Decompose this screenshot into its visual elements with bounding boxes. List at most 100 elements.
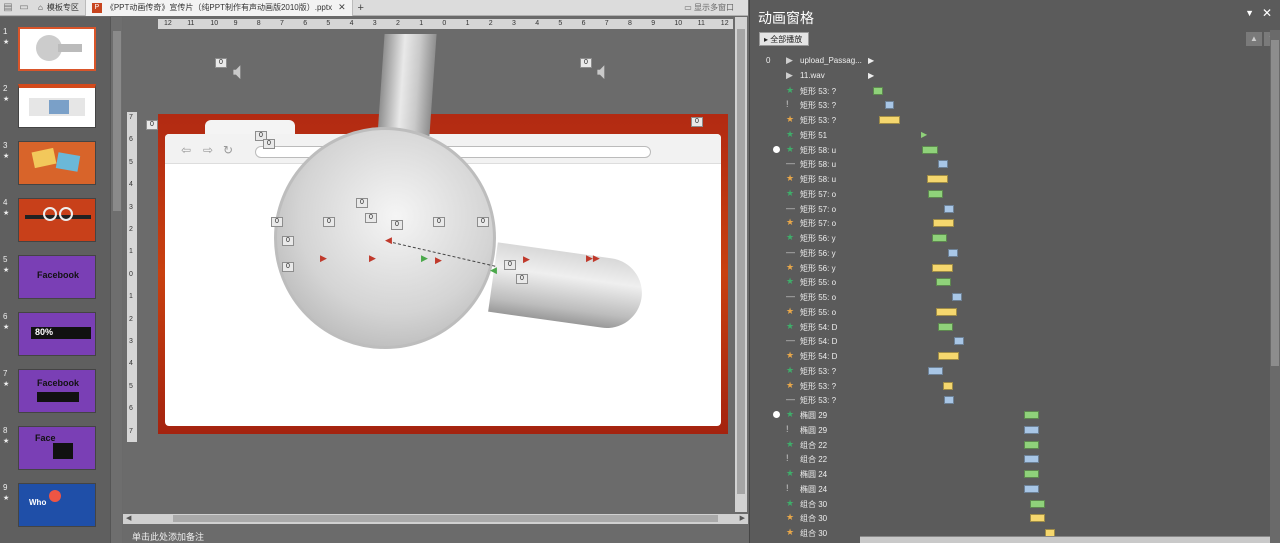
- tab-template-zone[interactable]: ⌂ 模板专区: [32, 0, 86, 16]
- animation-item[interactable]: ! 组合 22: [750, 452, 1270, 467]
- slide-thumbnail[interactable]: 9 ★ Who: [0, 483, 110, 533]
- timing-bar[interactable]: [944, 204, 954, 213]
- animation-item[interactable]: ★ 矩形 54: D: [750, 349, 1270, 364]
- animation-item[interactable]: ▶ 11.wav ▶: [750, 69, 1270, 84]
- animation-item[interactable]: ! 椭圆 24: [750, 482, 1270, 497]
- animation-item[interactable]: ★ 组合 30: [750, 511, 1270, 526]
- animation-item[interactable]: ★ 组合 30: [750, 497, 1270, 512]
- move-up-button[interactable]: ▲: [1246, 32, 1262, 46]
- animation-tag[interactable]: 0: [215, 58, 227, 68]
- animation-item[interactable]: ★ 矩形 58: u: [750, 172, 1270, 187]
- motion-end-marker[interactable]: ▶: [369, 253, 376, 264]
- scrollbar-thumb[interactable]: [737, 29, 745, 494]
- animation-tag[interactable]: 0: [356, 198, 368, 208]
- animation-item[interactable]: ! 矩形 53: ?: [750, 98, 1270, 113]
- slide-thumbnail[interactable]: 2 ★: [0, 84, 110, 134]
- motion-start-marker[interactable]: ◀: [490, 265, 497, 276]
- animation-item[interactable]: ★ 矩形 57: o: [750, 216, 1270, 231]
- animation-tag[interactable]: 0: [146, 120, 158, 130]
- close-pane-icon[interactable]: ✕: [1262, 6, 1272, 20]
- timing-bar[interactable]: [1024, 470, 1039, 478]
- notes-placeholder[interactable]: 单击此处添加备注: [123, 527, 748, 543]
- show-multi-window-button[interactable]: ▭ 显示多窗口: [684, 2, 748, 13]
- speaker-icon[interactable]: 🔈︎: [597, 57, 633, 87]
- animation-tag[interactable]: 0: [263, 139, 275, 149]
- motion-end-marker[interactable]: ▶▶: [586, 253, 600, 264]
- scroll-left-arrow-icon[interactable]: ◀: [126, 514, 131, 522]
- animation-tag[interactable]: 0: [477, 217, 489, 227]
- timing-bar[interactable]: [879, 116, 900, 124]
- timing-bar[interactable]: [1024, 411, 1039, 419]
- slide-thumbnail[interactable]: 4 ★: [0, 198, 110, 248]
- animation-item[interactable]: ★ 矩形 58: u: [750, 143, 1270, 158]
- animation-item[interactable]: ★ 组合 22: [750, 438, 1270, 453]
- animation-item[interactable]: 0 ▶ upload_Passag... ▶: [750, 54, 1270, 69]
- slide-thumbnail[interactable]: 1 ★: [0, 27, 110, 77]
- timing-bar[interactable]: [873, 86, 883, 95]
- animation-item[interactable]: ★ 椭圆 24: [750, 467, 1270, 482]
- animation-item[interactable]: — 矩形 57: o: [750, 202, 1270, 217]
- animation-tag[interactable]: 0: [691, 117, 703, 127]
- motion-end-marker[interactable]: ▶: [435, 255, 442, 266]
- scrollbar-thumb[interactable]: [113, 31, 121, 211]
- animation-item[interactable]: — 矩形 58: u: [750, 157, 1270, 172]
- play-all-button[interactable]: ▸ 全部播放: [759, 32, 810, 46]
- animation-tag[interactable]: 0: [516, 274, 528, 284]
- animation-item[interactable]: ★ 矩形 54: D: [750, 320, 1270, 335]
- timing-bar[interactable]: [943, 381, 953, 390]
- slide-thumbnail[interactable]: 8 ★ Face: [0, 426, 110, 476]
- timing-bar[interactable]: [938, 160, 948, 169]
- timing-bar[interactable]: [928, 366, 943, 375]
- slide-thumbnail[interactable]: 7 ★ Facebook: [0, 369, 110, 419]
- animation-item[interactable]: ★ 椭圆 29: [750, 408, 1270, 423]
- timing-bar[interactable]: [885, 101, 894, 110]
- animation-item[interactable]: — 矩形 55: o: [750, 290, 1270, 305]
- timing-bar[interactable]: [936, 278, 951, 287]
- motion-end-marker[interactable]: ▶: [320, 253, 327, 264]
- timing-bar[interactable]: [932, 234, 947, 242]
- animation-tag[interactable]: 0: [433, 217, 445, 227]
- timing-bar[interactable]: [938, 322, 953, 331]
- animation-item[interactable]: ★ 矩形 53: ?: [750, 84, 1270, 99]
- scrollbar-thumb[interactable]: [173, 515, 718, 522]
- animation-tag[interactable]: 0: [271, 217, 283, 227]
- animation-item[interactable]: ★ 矩形 56: y: [750, 231, 1270, 246]
- pipe-shape-top[interactable]: [377, 34, 437, 136]
- timing-bar[interactable]: [1030, 514, 1045, 523]
- animation-tag[interactable]: 0: [323, 217, 335, 227]
- pane-menu-chevron-icon[interactable]: ▼: [1245, 8, 1254, 18]
- timing-bar[interactable]: [1024, 484, 1039, 493]
- timing-bar[interactable]: [1024, 440, 1039, 449]
- timing-bar[interactable]: [1024, 455, 1039, 464]
- timing-bar[interactable]: [936, 307, 957, 316]
- animation-item[interactable]: ★ 矩形 55: o: [750, 275, 1270, 290]
- timing-marker-icon[interactable]: ▶: [921, 130, 927, 139]
- animation-item[interactable]: ★ 矩形 53: ?: [750, 364, 1270, 379]
- tab-current-document[interactable]: P 《PPT动画传奇》宣传片（纯PPT制作有声动画版2010版）.pptx ✕: [85, 0, 353, 16]
- animation-item[interactable]: ! 椭圆 29: [750, 423, 1270, 438]
- animation-pane-scrollbar[interactable]: [1270, 30, 1280, 543]
- timing-marker-icon[interactable]: ▶: [868, 56, 874, 65]
- editor-vertical-scrollbar[interactable]: [735, 17, 747, 512]
- timing-bar[interactable]: [938, 352, 959, 360]
- animation-item[interactable]: — 矩形 53: ?: [750, 393, 1270, 408]
- timing-bar[interactable]: [948, 248, 958, 257]
- timing-bar[interactable]: [1024, 425, 1039, 434]
- timing-bar[interactable]: [927, 175, 948, 183]
- motion-end-marker[interactable]: ▶: [523, 254, 530, 265]
- timing-bar[interactable]: [932, 263, 953, 272]
- timing-bar[interactable]: [928, 189, 943, 198]
- animation-tag[interactable]: 0: [282, 236, 294, 246]
- animation-item[interactable]: ★ 矩形 56: y: [750, 261, 1270, 276]
- slide-thumbnail[interactable]: 5 ★ Facebook: [0, 255, 110, 305]
- motion-start-marker[interactable]: ◀: [385, 235, 392, 246]
- editor-horizontal-scrollbar[interactable]: ◀ ▶: [123, 514, 748, 524]
- animation-item[interactable]: — 矩形 54: D: [750, 334, 1270, 349]
- slide-thumbnail[interactable]: 3 ★: [0, 141, 110, 191]
- timing-bar[interactable]: [952, 293, 962, 301]
- close-tab-icon[interactable]: ✕: [338, 2, 346, 13]
- animation-item[interactable]: ★ 矩形 53: ?: [750, 379, 1270, 394]
- animation-tag[interactable]: 0: [282, 262, 294, 272]
- animation-item[interactable]: — 矩形 56: y: [750, 246, 1270, 261]
- timing-bar[interactable]: [933, 219, 954, 228]
